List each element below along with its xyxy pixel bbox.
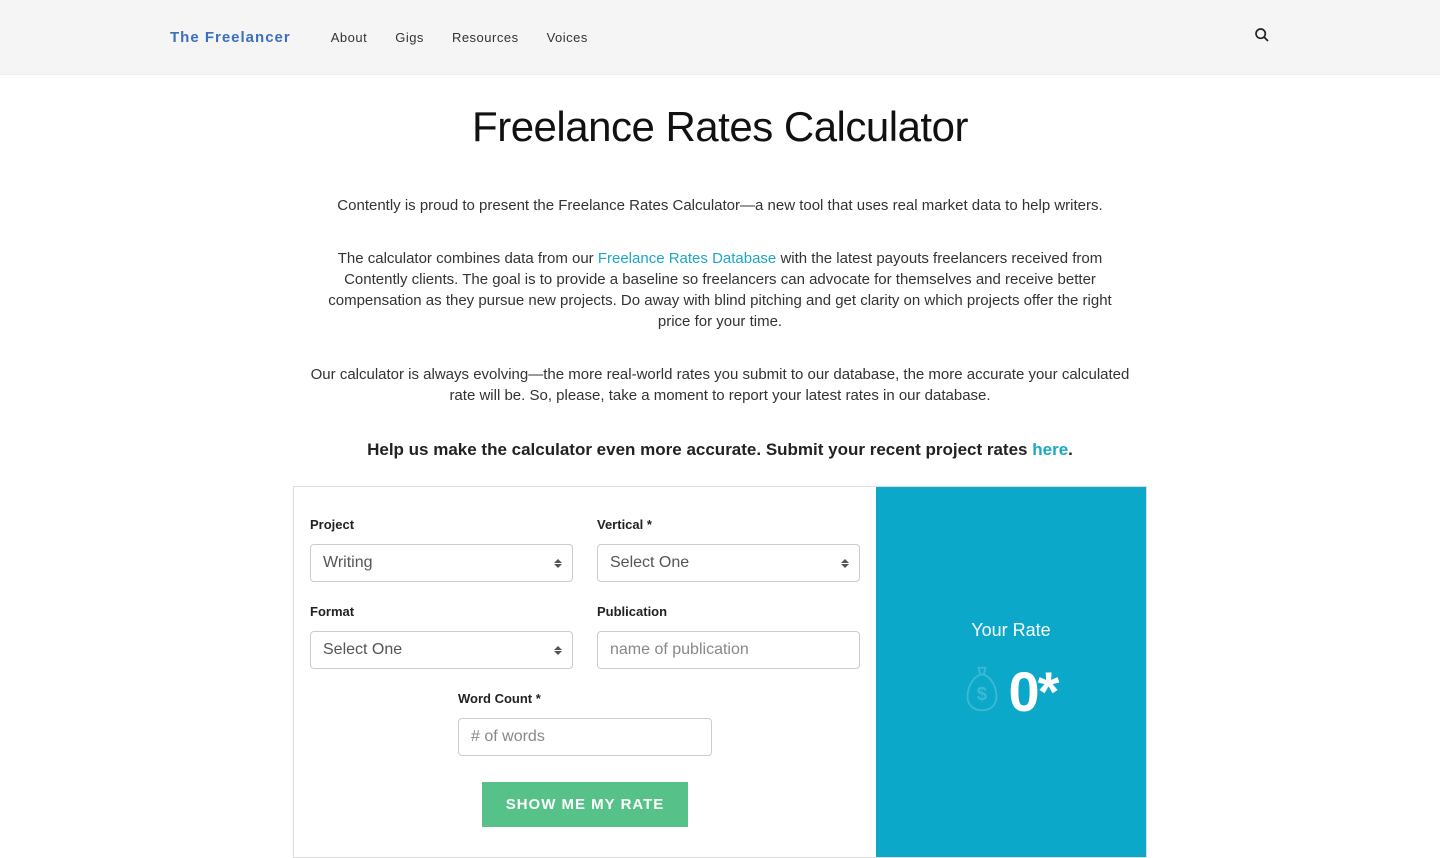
format-select-value: Select One xyxy=(323,641,402,659)
nav-about[interactable]: About xyxy=(331,30,367,45)
cta-text-b: . xyxy=(1068,440,1073,459)
vertical-label: Vertical * xyxy=(597,517,860,532)
submit-rates-link[interactable]: here xyxy=(1032,440,1068,459)
chevron-updown-icon xyxy=(554,559,562,568)
top-nav-bar: The Freelancer About Gigs Resources Voic… xyxy=(0,0,1440,75)
rate-result-panel: Your Rate $ 0* xyxy=(876,487,1146,857)
site-logo[interactable]: The Freelancer xyxy=(170,29,291,46)
project-select[interactable]: Writing xyxy=(310,544,573,582)
desc1-text-a: The calculator combines data from our xyxy=(338,250,598,267)
format-label: Format xyxy=(310,604,573,619)
description-paragraph-2: Our calculator is always evolving—the mo… xyxy=(310,364,1130,406)
format-select[interactable]: Select One xyxy=(310,631,573,669)
rates-database-link[interactable]: Freelance Rates Database xyxy=(598,250,776,267)
wordcount-label: Word Count * xyxy=(458,691,712,706)
publication-input[interactable] xyxy=(597,631,860,669)
description-paragraph-1: The calculator combines data from our Fr… xyxy=(310,248,1130,332)
nav-voices[interactable]: Voices xyxy=(547,30,588,45)
wordcount-input[interactable] xyxy=(458,718,712,756)
intro-text: Contently is proud to present the Freela… xyxy=(290,195,1150,216)
vertical-select-value: Select One xyxy=(610,554,689,572)
chevron-updown-icon xyxy=(841,559,849,568)
search-icon[interactable] xyxy=(1254,27,1270,48)
vertical-select[interactable]: Select One xyxy=(597,544,860,582)
money-bag-icon: $ xyxy=(965,666,999,717)
cta-text-a: Help us make the calculator even more ac… xyxy=(367,440,1032,459)
calculator-box: Project Writing Vertical * Select One xyxy=(293,486,1147,858)
svg-text:$: $ xyxy=(976,683,987,704)
show-rate-button[interactable]: SHOW ME MY RATE xyxy=(482,782,689,827)
nav-gigs[interactable]: Gigs xyxy=(395,30,424,45)
rate-heading: Your Rate xyxy=(971,620,1050,641)
nav-resources[interactable]: Resources xyxy=(452,30,519,45)
publication-label: Publication xyxy=(597,604,860,619)
primary-nav: About Gigs Resources Voices xyxy=(331,30,588,45)
page-title: Freelance Rates Calculator xyxy=(290,103,1150,151)
project-label: Project xyxy=(310,517,573,532)
rate-value: 0* xyxy=(1009,659,1058,724)
chevron-updown-icon xyxy=(554,646,562,655)
submit-rates-cta: Help us make the calculator even more ac… xyxy=(290,440,1150,460)
calculator-form: Project Writing Vertical * Select One xyxy=(294,487,876,857)
project-select-value: Writing xyxy=(323,554,373,572)
